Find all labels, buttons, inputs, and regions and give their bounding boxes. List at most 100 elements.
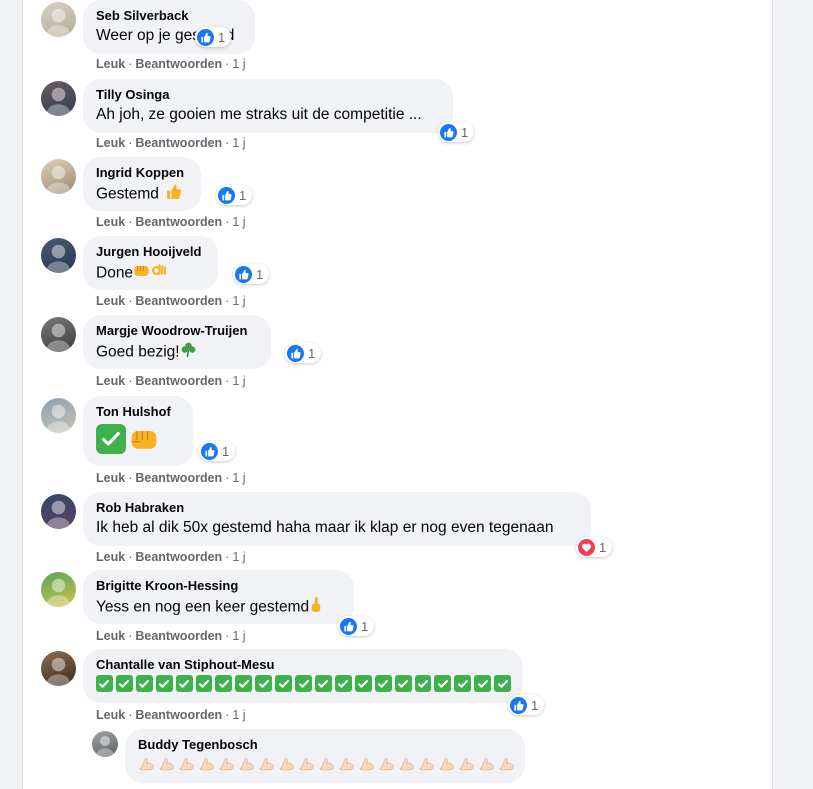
comment-text: Goed bezig! (96, 341, 259, 364)
comment-timestamp[interactable]: 1 j (232, 708, 245, 722)
avatar[interactable] (41, 81, 76, 116)
reply-link[interactable]: Beantwoorden (135, 708, 222, 722)
avatar[interactable] (41, 317, 76, 352)
comment-bubble: Rob Habraken Ik heb al dik 50x gestemd ha… (83, 492, 591, 546)
avatar[interactable] (41, 398, 76, 433)
reaction-count[interactable]: 1 (199, 441, 236, 461)
reply-link[interactable]: Beantwoorden (135, 550, 222, 564)
comment-timestamp[interactable]: 1 j (232, 215, 245, 229)
flexed-biceps-emoji (318, 755, 335, 772)
comment-bubble: Brigitte Kroon-Hessing Yess en nog een ke… (83, 570, 354, 624)
like-link[interactable]: Leuk (96, 215, 125, 229)
comment-timestamp[interactable]: 1 j (232, 57, 245, 71)
reply-link[interactable]: Beantwoorden (135, 294, 222, 308)
inline-emoji (180, 342, 197, 362)
comment-actions: Leuk · Beantwoorden · 1 j (96, 57, 246, 71)
avatar[interactable] (41, 572, 76, 607)
like-link[interactable]: Leuk (96, 294, 125, 308)
comment-timestamp[interactable]: 1 j (232, 471, 245, 485)
avatar[interactable] (41, 651, 76, 686)
reaction-count-value: 1 (256, 266, 264, 282)
reply-link[interactable]: Beantwoorden (135, 374, 222, 388)
comment-bubble: Seb Silverback Weer op je gestemd (83, 0, 255, 54)
reaction-count-value: 1 (599, 539, 607, 555)
comment-author[interactable]: Brigitte Kroon-Hessing (96, 578, 342, 594)
separator: · (225, 57, 230, 71)
reaction-count[interactable]: 1 (576, 537, 613, 557)
avatar[interactable] (41, 159, 76, 194)
thumbs-up-emoji (165, 184, 182, 204)
comment-author[interactable]: Buddy Tegenbosch (138, 737, 513, 753)
like-link[interactable]: Leuk (96, 629, 125, 643)
reaction-count[interactable]: 1 (233, 264, 270, 284)
reaction-count-value: 1 (222, 443, 230, 459)
comment-author[interactable]: Jurgen Hooijveld (96, 244, 206, 260)
comment-timestamp[interactable]: 1 j (232, 136, 245, 150)
reply-link[interactable]: Beantwoorden (135, 215, 222, 229)
like-icon (287, 344, 304, 362)
reaction-count[interactable]: 1 (338, 616, 375, 636)
comment-bubble: Ton Hulshof (83, 396, 193, 466)
like-link[interactable]: Leuk (96, 708, 125, 722)
comment-author[interactable]: Ton Hulshof (96, 404, 181, 420)
comment-author[interactable]: Chantalle van Stiphout-Mesu (96, 657, 511, 673)
comment-actions: Leuk · Beantwoorden · 1 j (96, 550, 246, 564)
separator: · (128, 629, 133, 643)
reaction-count-value: 1 (218, 29, 226, 45)
reaction-count[interactable]: 1 (438, 122, 475, 142)
separator: · (225, 708, 230, 722)
reaction-count[interactable]: 1 (285, 343, 322, 363)
check-mark-emoji (354, 675, 372, 692)
comment-author[interactable]: Tilly Osinga (96, 87, 441, 103)
comment-timestamp[interactable]: 1 j (232, 374, 245, 388)
avatar[interactable] (92, 731, 118, 757)
like-link[interactable]: Leuk (96, 136, 125, 150)
reaction-count-value: 1 (361, 618, 369, 634)
reply-link[interactable]: Beantwoorden (135, 136, 222, 150)
comment-text-content: Gestemd (96, 185, 159, 203)
comment-author[interactable]: Margje Woodrow-Truijen (96, 323, 259, 339)
flexed-biceps-emoji (378, 755, 395, 772)
reply-link[interactable]: Beantwoorden (135, 471, 222, 485)
check-mark-emoji (115, 675, 133, 692)
flexed-biceps-emoji (218, 755, 235, 772)
check-mark-emoji (215, 675, 233, 692)
comment-bubble: Tilly Osinga Ah joh, ze gooien me straks … (83, 79, 453, 133)
flexed-biceps-emoji (138, 755, 155, 772)
check-mark-emoji (474, 675, 492, 692)
reaction-count[interactable]: 1 (508, 695, 545, 715)
like-link[interactable]: Leuk (96, 550, 125, 564)
separator: · (128, 708, 133, 722)
check-mark-emoji (394, 675, 412, 692)
ok-hand-emoji (150, 264, 167, 283)
like-link[interactable]: Leuk (96, 374, 125, 388)
avatar[interactable] (41, 238, 76, 273)
comment-bubble: Margje Woodrow-Truijen Goed bezig! (83, 315, 271, 369)
reaction-count[interactable]: 1 (216, 185, 253, 205)
check-mark-emoji (454, 675, 472, 692)
flexed-biceps-emoji (478, 755, 495, 772)
comment-timestamp[interactable]: 1 j (232, 294, 245, 308)
reaction-count-value: 1 (239, 187, 247, 203)
comment-author[interactable]: Ingrid Koppen (96, 165, 189, 181)
comment-text: Ah joh, ze gooien me straks uit de compe… (96, 105, 441, 125)
flexed-biceps-emoji (438, 755, 455, 772)
check-mark-emoji (235, 675, 253, 692)
comment-timestamp[interactable]: 1 j (232, 550, 245, 564)
reply-link[interactable]: Beantwoorden (135, 57, 222, 71)
comment-text: Gestemd (96, 183, 189, 206)
check-mark-emoji (96, 424, 126, 454)
comment-timestamp[interactable]: 1 j (232, 629, 245, 643)
like-link[interactable]: Leuk (96, 57, 125, 71)
reaction-count[interactable]: 1 (195, 27, 232, 47)
comment-author[interactable]: Rob Habraken (96, 500, 579, 516)
avatar[interactable] (41, 494, 76, 529)
flexed-biceps-emoji (498, 755, 515, 772)
like-link[interactable]: Leuk (96, 471, 125, 485)
check-mark-emoji (175, 675, 193, 692)
reply-link[interactable]: Beantwoorden (135, 629, 222, 643)
avatar[interactable] (41, 2, 76, 37)
comment-text-content: Done (96, 264, 134, 282)
comment-actions: Leuk · Beantwoorden · 1 j (96, 374, 246, 388)
comment-author[interactable]: Seb Silverback (96, 8, 243, 24)
